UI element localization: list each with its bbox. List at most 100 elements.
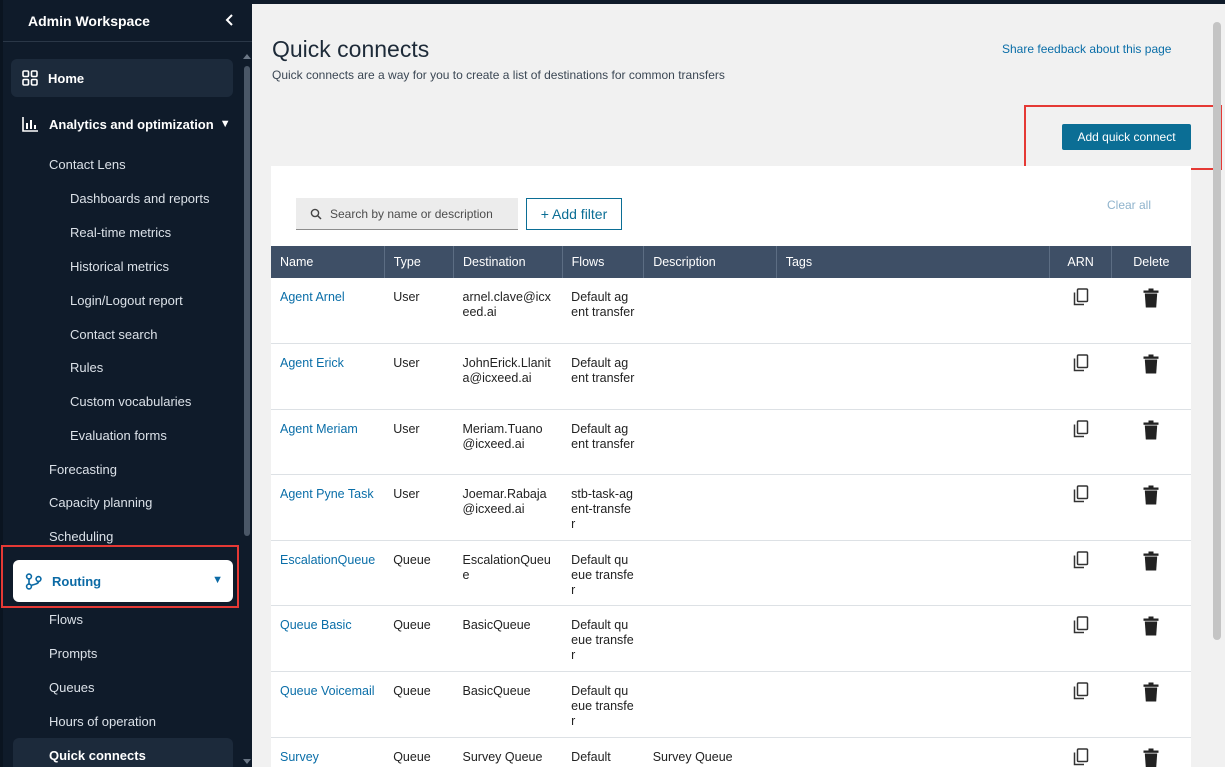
cell-tags [776,605,1050,673]
cell-flows: Default queue transfer [562,540,644,607]
trash-icon[interactable] [1143,485,1159,509]
sidebar-item-routing[interactable]: Routing ▼ [13,560,233,602]
trash-icon[interactable] [1143,616,1159,640]
cell-tags [776,671,1050,738]
scroll-up-arrow-icon[interactable] [243,54,251,59]
sidebar-item-prompts[interactable]: Prompts [49,646,97,661]
trash-icon[interactable] [1143,420,1159,444]
cell-tags [776,474,1050,541]
copy-icon[interactable] [1073,288,1089,310]
sidebar-item-contact-search[interactable]: Contact search [70,327,157,342]
scrollbar-thumb[interactable] [244,66,250,536]
sidebar-scrollbar[interactable] [241,54,253,767]
sidebar-item-capacity-planning[interactable]: Capacity planning [49,495,152,510]
sidebar-item-scheduling[interactable]: Scheduling [49,529,113,544]
cell-description [643,474,777,541]
trash-icon[interactable] [1143,748,1159,767]
sidebar-item-login-logout-report[interactable]: Login/Logout report [70,293,183,308]
cell-destination: EscalationQueue [453,540,563,607]
cell-flows: Default [562,737,644,767]
sidebar-item-evaluation-forms[interactable]: Evaluation forms [70,428,167,443]
table-header-row: Name Type Destination Flows Description … [271,246,1191,278]
sidebar-item-flows[interactable]: Flows [49,612,83,627]
share-feedback-link[interactable]: Share feedback about this page [1002,42,1171,56]
trash-icon[interactable] [1143,354,1159,378]
cell-type: Queue [384,671,454,738]
cell-description [643,540,777,607]
cell-destination: Survey Queue [453,737,563,767]
cell-delete [1111,343,1191,410]
column-header-destination[interactable]: Destination [453,246,563,278]
caret-down-icon: ▼ [219,118,231,130]
sidebar-item-custom-vocabularies[interactable]: Custom vocabularies [70,394,191,409]
table-row: Agent Arnel User arnel.clave@icxeed.ai Defa… [271,278,1191,345]
cell-description [643,343,777,410]
sidebar-header: Admin Workspace [3,0,252,42]
sidebar-item-label: Home [48,70,85,86]
cell-name[interactable]: Queue Voicemail [271,671,385,738]
cell-description [643,278,777,345]
cell-arn [1049,474,1112,541]
search-field[interactable] [296,198,518,230]
sidebar-item-dashboards[interactable]: Dashboards and reports [70,191,209,206]
clear-all-link[interactable]: Clear all [1107,198,1151,212]
sidebar-item-contact-lens[interactable]: Contact Lens [49,157,126,172]
copy-icon[interactable] [1073,354,1089,376]
page-subtitle: Quick connects are a way for you to crea… [272,68,725,82]
cell-name[interactable]: Agent Pyne Task [271,474,385,541]
column-header-arn: ARN [1049,246,1112,278]
cell-arn [1049,409,1112,476]
sidebar-item-historical-metrics[interactable]: Historical metrics [70,259,169,274]
copy-icon[interactable] [1073,616,1089,638]
column-header-flows[interactable]: Flows [562,246,645,278]
cell-flows: Default agent transfer [562,409,644,476]
cell-name[interactable]: Survey [271,737,385,767]
cell-name[interactable]: EscalationQueue [271,540,385,607]
cell-type: Queue [384,605,454,673]
sidebar-item-home[interactable]: Home [11,59,233,97]
chevron-left-icon[interactable] [222,12,238,28]
scroll-down-arrow-icon[interactable] [243,759,251,764]
copy-icon[interactable] [1073,682,1089,704]
cell-arn [1049,343,1112,410]
copy-icon[interactable] [1073,747,1089,767]
cell-name[interactable]: Agent Erick [271,343,385,410]
sidebar-item-rules[interactable]: Rules [70,360,103,375]
trash-icon[interactable] [1143,682,1159,706]
caret-down-icon: ▼ [212,574,223,586]
search-input[interactable] [330,206,510,221]
cell-destination: JohnErick.Llanita@icxeed.ai [453,343,563,410]
cell-delete [1111,409,1191,476]
sidebar-item-label: Analytics and optimization [49,116,214,132]
trash-icon[interactable] [1143,288,1159,312]
sidebar-item-analytics[interactable]: Analytics and optimization ▼ [22,116,231,132]
cell-name[interactable]: Queue Basic [271,605,385,673]
cell-flows: Default agent transfer [562,343,644,410]
sidebar-item-quick-connects[interactable]: Quick connects [13,738,233,767]
cell-name[interactable]: Agent Meriam [271,409,385,476]
sidebar-item-forecasting[interactable]: Forecasting [49,462,117,477]
column-header-name[interactable]: Name [271,246,385,278]
column-header-description[interactable]: Description [643,246,777,278]
cell-type: Queue [384,737,454,767]
cell-flows: Default agent transfer [562,278,644,345]
column-header-type[interactable]: Type [384,246,455,278]
cell-name[interactable]: Agent Arnel [271,278,385,345]
column-header-tags[interactable]: Tags [776,246,1051,278]
copy-icon[interactable] [1073,485,1089,507]
copy-icon[interactable] [1073,551,1089,573]
sidebar-item-hours-of-operation[interactable]: Hours of operation [49,714,156,729]
page-scrollbar-thumb[interactable] [1213,22,1221,640]
cell-type: User [384,409,454,476]
cell-delete [1111,474,1191,541]
cell-tags [776,737,1050,767]
bar-chart-icon [22,117,38,132]
sidebar-item-realtime-metrics[interactable]: Real-time metrics [70,225,171,240]
copy-icon[interactable] [1073,419,1089,442]
trash-icon[interactable] [1143,551,1159,575]
top-border [252,0,1225,4]
cell-delete [1111,540,1191,607]
add-quick-connect-button[interactable]: Add quick connect [1062,124,1191,150]
add-filter-button[interactable]: + Add filter [526,198,622,230]
sidebar-item-queues[interactable]: Queues [49,680,95,695]
